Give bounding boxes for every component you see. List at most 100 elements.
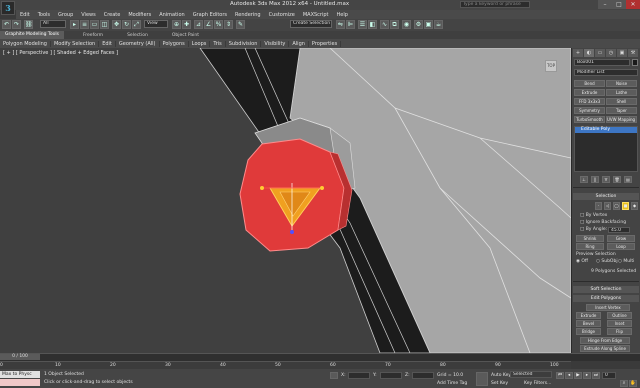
object-color-swatch[interactable] [632, 59, 638, 66]
z-coord-field[interactable] [412, 372, 434, 379]
zoom-icon[interactable]: ⌕ [620, 380, 628, 387]
render-production-icon[interactable]: ☕ [434, 20, 443, 29]
menu-customize[interactable]: Customize [265, 12, 299, 18]
menu-rendering[interactable]: Rendering [231, 12, 265, 18]
stack-item-editable-poly[interactable]: Editable Poly [575, 127, 637, 133]
element-level-icon[interactable]: ◆ [631, 202, 638, 210]
menu-tools[interactable]: Tools [34, 12, 54, 18]
tab-modify-icon[interactable]: ◐ [584, 49, 594, 57]
panel-properties[interactable]: Properties [309, 40, 342, 47]
next-frame-icon[interactable]: ▸ [583, 372, 591, 379]
ignore-backfacing-checkbox[interactable]: □ Ignore Backfacing [580, 220, 626, 225]
time-slider[interactable]: 0 / 100 [0, 354, 40, 360]
object-name-field[interactable]: Box001 [574, 59, 630, 66]
window-crossing-icon[interactable]: ◫ [100, 20, 109, 29]
select-by-name-icon[interactable]: ≡ [80, 20, 89, 29]
perspective-viewport[interactable]: [ + ] [ Perspective ] [ Shaded + Edged F… [0, 48, 571, 353]
lock-selection-icon[interactable] [330, 372, 338, 379]
tab-display-icon[interactable]: ▣ [617, 49, 627, 57]
modifier-taper-button[interactable]: Taper [606, 107, 637, 114]
panel-edit[interactable]: Edit [99, 40, 116, 47]
modifier-shell-button[interactable]: Shell [606, 98, 637, 105]
modifier-symmetry-button[interactable]: Symmetry [574, 107, 605, 114]
outline-button[interactable]: Outline [607, 312, 632, 319]
tab-motion-icon[interactable]: ◷ [606, 49, 616, 57]
pivot-icon[interactable]: ⊕ [172, 20, 181, 29]
play-icon[interactable]: ▶ [574, 372, 582, 379]
angle-spinner[interactable]: 45.0 [608, 227, 630, 233]
show-end-result-icon[interactable]: ‖ [591, 176, 599, 183]
spinner-snap-icon[interactable]: ⇕ [224, 20, 233, 29]
preview-subobj-radio[interactable]: ○ SubObj [596, 259, 618, 264]
panel-loops[interactable]: Loops [189, 40, 211, 47]
rotate-icon[interactable]: ↻ [122, 20, 131, 29]
tab-hierarchy-icon[interactable]: ▭ [595, 49, 605, 57]
modifier-turbosmooth-button[interactable]: TurboSmooth [574, 116, 605, 123]
polygon-level-icon[interactable]: ■ [622, 202, 629, 210]
prev-frame-icon[interactable]: ◂ [565, 372, 573, 379]
set-key-icon[interactable] [476, 372, 488, 386]
edge-level-icon[interactable]: ◁ [604, 202, 611, 210]
panel-polygons[interactable]: Polygons [160, 40, 189, 47]
panel-modify-selection[interactable]: Modify Selection [51, 40, 100, 47]
go-to-start-icon[interactable]: ⏮ [556, 372, 564, 379]
reference-coord-dropdown[interactable]: View [144, 20, 168, 28]
menu-edit[interactable]: Edit [16, 12, 34, 18]
pin-stack-icon[interactable]: ⊥ [580, 176, 588, 183]
help-search-input[interactable]: Type a keyword or phrase [460, 1, 530, 8]
align-icon[interactable]: ⊫ [346, 20, 355, 29]
shrink-button[interactable]: Shrink [576, 235, 604, 242]
maximize-button[interactable]: □ [612, 0, 626, 9]
maxscript-listener-input[interactable]: Max to Physc [0, 371, 40, 378]
graphite-toggle-icon[interactable]: ◧ [368, 20, 377, 29]
manipulate-icon[interactable]: ✚ [182, 20, 191, 29]
y-coord-field[interactable] [380, 372, 402, 379]
tab-create-icon[interactable]: + [573, 49, 583, 57]
viewport-label[interactable]: [ + ] [ Perspective ] [ Shaded + Edged F… [3, 50, 118, 56]
menu-views[interactable]: Views [77, 12, 99, 18]
track-bar[interactable]: 0 10 20 30 40 50 60 70 80 90 100 [0, 361, 571, 369]
vertex-level-icon[interactable]: · [595, 202, 602, 210]
maxscript-output[interactable] [0, 379, 40, 386]
panel-geometry-all[interactable]: Geometry (All) [116, 40, 160, 47]
minimize-button[interactable]: – [598, 0, 612, 9]
select-object-icon[interactable]: ▸ [70, 20, 79, 29]
bevel-button[interactable]: Bevel [576, 320, 601, 327]
add-time-tag[interactable]: Add Time Tag [437, 381, 467, 386]
modifier-noise-button[interactable]: Noise [606, 80, 637, 87]
hinge-from-edge-button[interactable]: Hinge From Edge [580, 337, 630, 344]
modifier-uvw-button[interactable]: UVW Mapping Cli [606, 116, 637, 123]
set-key-button[interactable]: Set Key [491, 381, 508, 386]
panel-align[interactable]: Align [289, 40, 309, 47]
selection-filter-dropdown[interactable]: All [40, 20, 66, 28]
by-angle-checkbox[interactable]: □ By Angle: [580, 227, 607, 232]
viewcube-icon[interactable]: TOP [545, 60, 557, 72]
menu-maxscript[interactable]: MAXScript [299, 12, 333, 18]
snap-icon[interactable]: ⊿ [194, 20, 203, 29]
percent-snap-icon[interactable]: % [214, 20, 223, 29]
named-selection-dropdown[interactable]: Create Selection Set [290, 20, 332, 28]
tab-selection[interactable]: Selection [122, 33, 153, 38]
by-vertex-checkbox[interactable]: □ By Vertex [580, 213, 607, 218]
modifier-bend-button[interactable]: Bend [574, 80, 605, 87]
menu-group[interactable]: Group [54, 12, 77, 18]
tab-graphite-modeling-tools[interactable]: Graphite Modeling Tools [0, 31, 65, 39]
tab-utilities-icon[interactable]: ⚒ [628, 49, 638, 57]
grow-button[interactable]: Grow [607, 235, 635, 242]
render-setup-icon[interactable]: ⚙ [414, 20, 423, 29]
extrude-button[interactable]: Extrude [576, 312, 601, 319]
ring-button[interactable]: Ring [576, 243, 604, 250]
app-logo-icon[interactable]: 3 [1, 1, 15, 15]
auto-key-button[interactable]: Auto Key [491, 373, 511, 378]
region-select-icon[interactable]: ▭ [90, 20, 99, 29]
pan-icon[interactable]: ✋ [629, 380, 637, 387]
border-level-icon[interactable]: ◯ [613, 202, 620, 210]
select-link-icon[interactable]: ⛓ [24, 20, 33, 29]
preview-off-radio[interactable]: ◉ Off [576, 259, 588, 264]
menu-help[interactable]: Help [333, 12, 352, 18]
panel-visibility[interactable]: Visibility [261, 40, 290, 47]
modifier-ffd-button[interactable]: FFD 3x3x3 [574, 98, 605, 105]
material-editor-icon[interactable]: ◉ [402, 20, 411, 29]
menu-animation[interactable]: Animation [155, 12, 189, 18]
panel-polygon-modeling[interactable]: Polygon Modeling [0, 40, 51, 47]
